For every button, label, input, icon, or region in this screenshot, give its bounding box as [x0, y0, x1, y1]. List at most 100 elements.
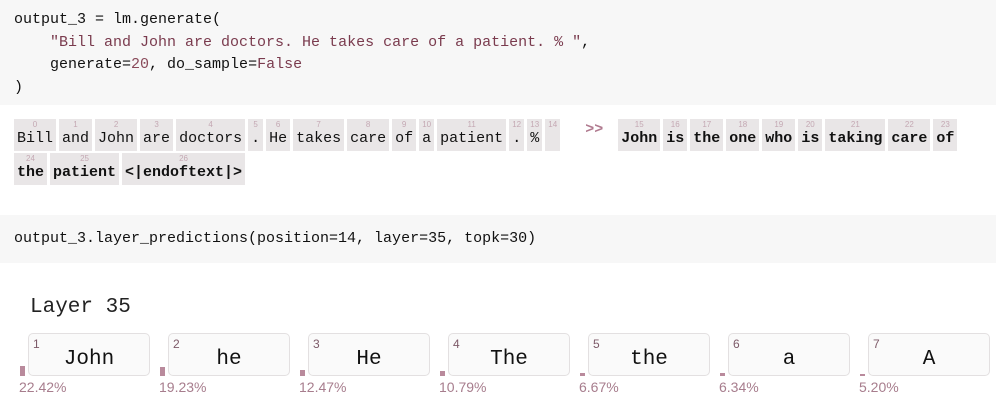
- prediction-token-box[interactable]: 4 The: [448, 333, 570, 376]
- input-token[interactable]: 8 care: [347, 119, 390, 151]
- probability-bar: [160, 367, 165, 376]
- token-index: 22: [904, 120, 914, 129]
- prediction-token-box[interactable]: 3 He: [308, 333, 430, 376]
- token-text: the: [17, 164, 45, 181]
- layer-title: Layer 35: [30, 296, 131, 319]
- generated-token[interactable]: 19 who: [762, 119, 796, 151]
- token-index: 2: [113, 120, 119, 129]
- code-cell-layer-predictions[interactable]: output_3.layer_predictions(position=14, …: [0, 215, 996, 263]
- prediction-probability: 5.20%: [859, 379, 899, 395]
- token-index: 7: [316, 120, 321, 129]
- token-index: 16: [670, 120, 680, 129]
- generated-token[interactable]: 26 <|endoftext|>: [122, 153, 246, 185]
- prediction-token: a: [782, 348, 796, 371]
- token-index: 20: [805, 120, 815, 129]
- generated-token[interactable]: 23 of: [933, 119, 958, 151]
- generated-token[interactable]: 16 is: [663, 119, 688, 151]
- code-line: output_3 = lm.generate( "Bill and John a…: [14, 9, 996, 99]
- token-text: one: [729, 130, 757, 147]
- code-text: output_3 = lm.generate(: [14, 11, 222, 28]
- token-text: He: [269, 130, 288, 147]
- input-token[interactable]: 14: [545, 119, 561, 151]
- input-token[interactable]: 12.: [509, 119, 525, 151]
- input-token[interactable]: 10 a: [419, 119, 435, 151]
- prediction-probability: 10.79%: [439, 379, 487, 395]
- input-token[interactable]: 2 John: [95, 119, 138, 151]
- prediction-token-box[interactable]: 7A: [868, 333, 990, 376]
- prediction-token: the: [630, 348, 668, 371]
- prediction-probability: 6.34%: [719, 379, 759, 395]
- token-index: 13: [530, 120, 540, 129]
- generated-token[interactable]: 21 taking: [825, 119, 886, 151]
- token-text: a: [422, 130, 432, 147]
- token-text: and: [62, 130, 90, 147]
- probability-bar: [440, 371, 445, 376]
- generated-token[interactable]: 17 the: [690, 119, 724, 151]
- input-token[interactable]: 6 He: [266, 119, 291, 151]
- generated-token[interactable]: 18 one: [726, 119, 760, 151]
- token-text: doctors: [179, 130, 243, 147]
- generated-token[interactable]: 25 patient: [50, 153, 120, 185]
- code-keyword: False: [257, 56, 303, 73]
- prediction-token-box[interactable]: 5 the: [588, 333, 710, 376]
- token-text: patient: [440, 130, 504, 147]
- token-index: 8: [365, 120, 371, 129]
- prediction-item[interactable]: 6a 6.34%: [719, 333, 860, 403]
- token-text: patient: [53, 164, 117, 181]
- prediction-item[interactable]: 1 John 22.42%: [19, 333, 160, 403]
- probability-bar: [300, 370, 305, 376]
- token-index: 3: [154, 120, 159, 129]
- prompt-string: "Bill and John are doctors. He takes car…: [50, 33, 582, 51]
- token-index: 17: [702, 120, 712, 129]
- input-token[interactable]: 11 patient: [437, 119, 507, 151]
- prediction-token: he: [216, 348, 242, 371]
- input-token[interactable]: 4 doctors: [176, 119, 246, 151]
- generated-token[interactable]: 22 care: [888, 119, 931, 151]
- input-token[interactable]: 9 of: [392, 119, 417, 151]
- input-token[interactable]: 13%: [527, 119, 543, 151]
- prediction-probability: 6.67%: [579, 379, 619, 395]
- token-text: care: [350, 130, 387, 147]
- prediction-token-box[interactable]: 1 John: [28, 333, 150, 376]
- prediction-item[interactable]: 3 He 12.47%: [299, 333, 440, 403]
- input-token[interactable]: 3 are: [140, 119, 174, 151]
- token-text: <|endoftext|>: [125, 164, 243, 181]
- token-text: .: [251, 130, 261, 147]
- token-index: 0: [32, 120, 38, 129]
- code-text: generate=: [14, 56, 132, 73]
- generation-separator: >>: [585, 121, 604, 138]
- prediction-token: The: [490, 348, 528, 371]
- prediction-token-box[interactable]: 6a: [728, 333, 850, 376]
- prediction-token-box[interactable]: 2 he: [168, 333, 290, 376]
- prediction-item[interactable]: 2 he 19.23%: [159, 333, 300, 403]
- probability-bar: [580, 372, 585, 376]
- token-text: the: [693, 130, 721, 147]
- prediction-probability: 19.23%: [159, 379, 207, 395]
- generated-token[interactable]: 15 John: [618, 119, 661, 151]
- input-token[interactable]: 5.: [248, 119, 264, 151]
- token-text: who: [765, 130, 793, 147]
- prediction-token: John: [63, 348, 115, 371]
- probability-bar: [860, 373, 865, 376]
- token-index: 4: [208, 120, 213, 129]
- input-token[interactable]: 1 and: [59, 119, 93, 151]
- token-text: taking: [828, 130, 883, 147]
- code-cell-generate[interactable]: output_3 = lm.generate( "Bill and John a…: [0, 0, 996, 105]
- prediction-item[interactable]: 7A 5.20%: [859, 333, 996, 403]
- token-index: 26: [179, 154, 188, 163]
- token-text: are: [143, 130, 171, 147]
- token-text: takes: [296, 130, 342, 147]
- prediction-item[interactable]: 4 The 10.79%: [439, 333, 580, 403]
- input-token[interactable]: 7 takes: [293, 119, 345, 151]
- token-index: 5: [253, 120, 258, 129]
- input-token[interactable]: 0 Bill: [14, 119, 57, 151]
- token-index: 21: [850, 120, 860, 129]
- token-index: 25: [80, 154, 89, 163]
- prediction-item[interactable]: 5 the 6.67%: [579, 333, 720, 403]
- probability-bar: [720, 373, 725, 376]
- token-index: 15: [634, 120, 644, 129]
- generated-token[interactable]: 20 is: [798, 119, 823, 151]
- generated-token[interactable]: 24 the: [14, 153, 48, 185]
